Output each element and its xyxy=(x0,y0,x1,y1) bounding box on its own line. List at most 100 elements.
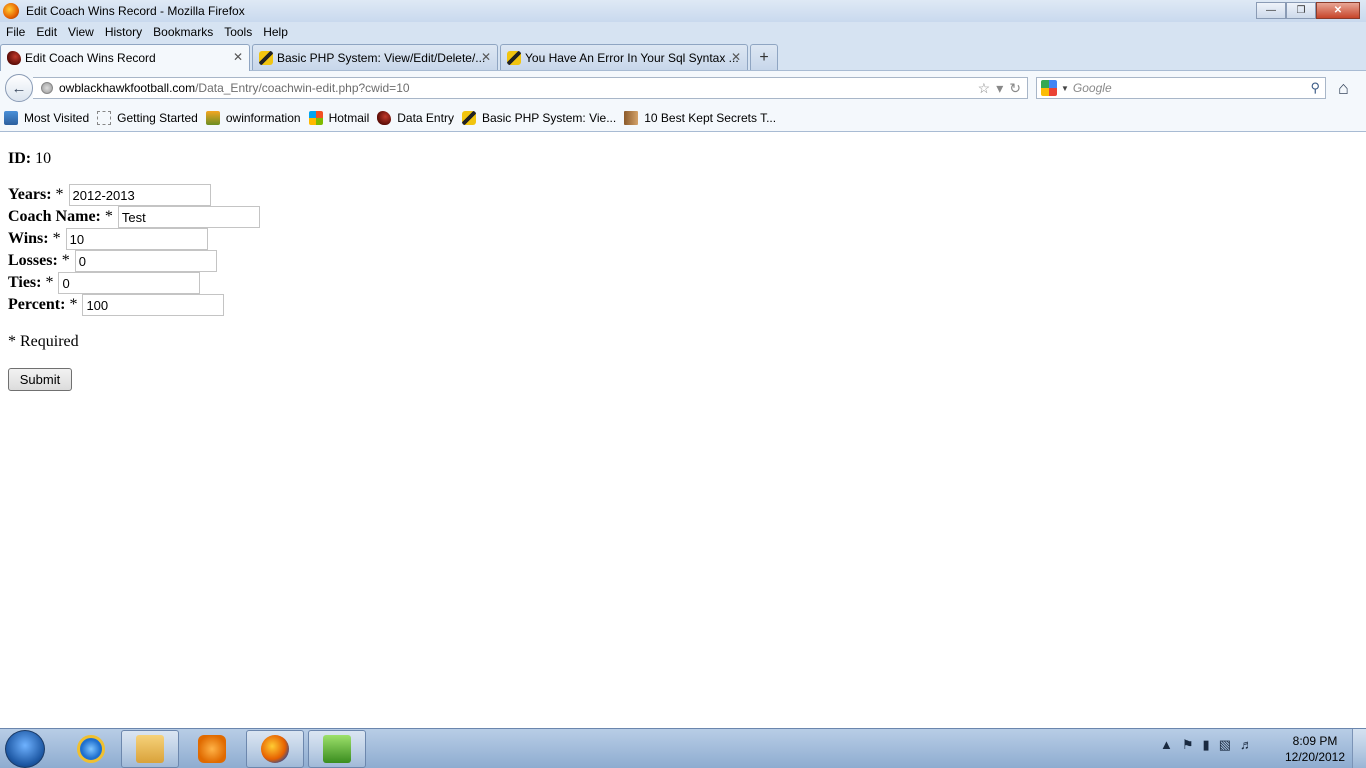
show-desktop-button[interactable] xyxy=(1352,729,1366,768)
page-content: ID: 10 Years: * 2012-2013 Coach Name: * … xyxy=(0,132,1366,728)
bookmark-hotmail[interactable]: Hotmail xyxy=(308,110,370,125)
back-button[interactable]: ← xyxy=(5,74,33,102)
taskbar-internet-explorer[interactable] xyxy=(62,730,120,768)
search-icon[interactable]: ⚲ xyxy=(1310,80,1320,96)
bookmark-star-icon[interactable]: ☆ xyxy=(978,80,991,97)
id-label: ID: xyxy=(8,150,32,167)
search-bar[interactable]: ▼ Google ⚲ xyxy=(1036,77,1326,99)
clock[interactable]: 8:09 PM 12/20/2012 xyxy=(1280,733,1350,765)
action-center-flag-icon[interactable]: ⚑ xyxy=(1182,737,1194,753)
home-icon[interactable]: ⌂ xyxy=(1338,78,1349,99)
menu-history[interactable]: History xyxy=(101,25,146,39)
new-tab-button[interactable]: + xyxy=(750,44,778,70)
menu-help[interactable]: Help xyxy=(259,25,292,39)
menu-edit[interactable]: Edit xyxy=(32,25,61,39)
tab-sql-error[interactable]: You Have An Error In Your Sql Syntax ...… xyxy=(500,44,748,70)
hawk-yellow-icon xyxy=(507,50,521,65)
window-controls: — ❐ ✕ xyxy=(1256,2,1360,19)
hotmail-icon xyxy=(308,110,323,125)
system-tray: ▲ ⚑ ▮ ▧ ♬ xyxy=(1160,737,1253,753)
url-bar[interactable]: owblackhawkfootball.com/Data_Entry/coach… xyxy=(33,77,1028,99)
restore-button[interactable]: ❐ xyxy=(1286,2,1316,19)
page-icon xyxy=(97,110,112,125)
clock-date: 12/20/2012 xyxy=(1284,750,1346,764)
submit-button[interactable]: Submit xyxy=(8,368,72,391)
taskbar: ▲ ⚑ ▮ ▧ ♬ 8:09 PM 12/20/2012 xyxy=(0,728,1366,768)
id-value: 10 xyxy=(35,150,52,167)
close-window-button[interactable]: ✕ xyxy=(1316,2,1360,19)
google-icon[interactable] xyxy=(1041,80,1057,96)
menu-view[interactable]: View xyxy=(64,25,98,39)
hawk-red-icon xyxy=(377,110,392,125)
show-hidden-icons-icon[interactable]: ▲ xyxy=(1160,737,1173,753)
firefox-icon[interactable] xyxy=(3,3,19,19)
bookmark-data-entry[interactable]: Data Entry xyxy=(377,110,454,125)
url-path: /Data_Entry/coachwin-edit.php?cwid=10 xyxy=(195,81,410,95)
search-engine-dropdown-icon[interactable]: ▼ xyxy=(1061,84,1069,93)
bookmark-label: 10 Best Kept Secrets T... xyxy=(644,110,777,125)
bookmark-label: Most Visited xyxy=(24,110,90,125)
coach-name-input[interactable]: Test xyxy=(117,206,260,228)
taskbar-media-player[interactable] xyxy=(183,730,241,768)
percent-input[interactable]: 100 xyxy=(82,294,225,316)
bookmark-label: owinformation xyxy=(225,110,301,125)
minimize-button[interactable]: — xyxy=(1256,2,1286,19)
required-mark: * xyxy=(55,186,64,203)
tab-basic-php-system[interactable]: Basic PHP System: View/Edit/Delete/... ✕ xyxy=(252,44,498,70)
tab-bar: Edit Coach Wins Record ✕ Basic PHP Syste… xyxy=(0,42,1366,71)
volume-icon[interactable]: ♬ xyxy=(1240,737,1253,753)
required-mark: * xyxy=(69,296,78,313)
title-bar: Edit Coach Wins Record - Mozilla Firefox… xyxy=(0,0,1366,22)
close-tab-icon[interactable]: ✕ xyxy=(233,50,243,64)
history-dropdown-icon[interactable]: ▾ xyxy=(996,80,1003,97)
clock-time: 8:09 PM xyxy=(1292,734,1338,748)
id-row: ID: 10 xyxy=(8,150,51,168)
battery-icon[interactable]: ▮ xyxy=(1203,737,1210,753)
close-tab-icon[interactable]: ✕ xyxy=(731,50,741,64)
bookmark-getting-started[interactable]: Getting Started xyxy=(97,110,198,125)
years-label: Years: xyxy=(8,186,52,203)
losses-input[interactable]: 0 xyxy=(74,250,217,272)
ties-input[interactable]: 0 xyxy=(58,272,201,294)
network-signal-icon[interactable]: ▧ xyxy=(1219,737,1231,753)
coach-name-label: Coach Name: xyxy=(8,208,101,225)
bookmark-most-visited[interactable]: Most Visited xyxy=(4,110,90,125)
notepad-plus-icon xyxy=(323,735,351,763)
bookmark-basic-php-system[interactable]: Basic PHP System: Vie... xyxy=(461,110,616,125)
reload-icon[interactable]: ↻ xyxy=(1009,80,1021,97)
close-tab-icon[interactable]: ✕ xyxy=(481,50,491,64)
folder-icon xyxy=(136,735,164,763)
taskbar-notepad-plus[interactable] xyxy=(308,730,366,768)
taskbar-firefox[interactable] xyxy=(246,730,304,768)
required-mark: * xyxy=(45,274,54,291)
menu-bookmarks[interactable]: Bookmarks xyxy=(149,25,217,39)
url-domain: owblackhawkfootball.com xyxy=(59,81,196,95)
bookmarks-toolbar: Most Visited Getting Started owinformati… xyxy=(0,104,1366,132)
internet-explorer-icon xyxy=(77,735,105,763)
folder-icon xyxy=(4,110,18,125)
required-mark: * xyxy=(104,208,113,225)
bookmark-10-best-kept-secrets[interactable]: 10 Best Kept Secrets T... xyxy=(624,110,777,125)
ties-row: Ties: * 0 xyxy=(8,272,201,294)
taskbar-windows-explorer[interactable] xyxy=(121,730,179,768)
wins-input[interactable]: 10 xyxy=(65,228,208,250)
required-mark: * xyxy=(52,230,61,247)
hawk-yellow-icon xyxy=(461,110,476,125)
years-input[interactable]: 2012-2013 xyxy=(68,184,211,206)
tab-label: Edit Coach Wins Record xyxy=(25,51,156,65)
hawk-red-icon xyxy=(7,51,21,65)
book-icon xyxy=(624,110,639,125)
bookmark-owinformation[interactable]: owinformation xyxy=(205,110,301,125)
bookmark-label: Getting Started xyxy=(117,110,198,125)
bookmark-label: Hotmail xyxy=(328,110,370,125)
tab-edit-coach-wins[interactable]: Edit Coach Wins Record ✕ xyxy=(0,44,250,71)
losses-row: Losses: * 0 xyxy=(8,250,217,272)
percent-row: Percent: * 100 xyxy=(8,294,225,316)
required-note: * Required xyxy=(8,333,79,350)
losses-label: Losses: xyxy=(8,252,58,269)
menu-tools[interactable]: Tools xyxy=(220,25,256,39)
start-button[interactable] xyxy=(5,730,45,768)
globe-icon xyxy=(41,82,53,94)
search-input[interactable]: Google xyxy=(1073,81,1112,95)
menu-file[interactable]: File xyxy=(2,25,29,39)
